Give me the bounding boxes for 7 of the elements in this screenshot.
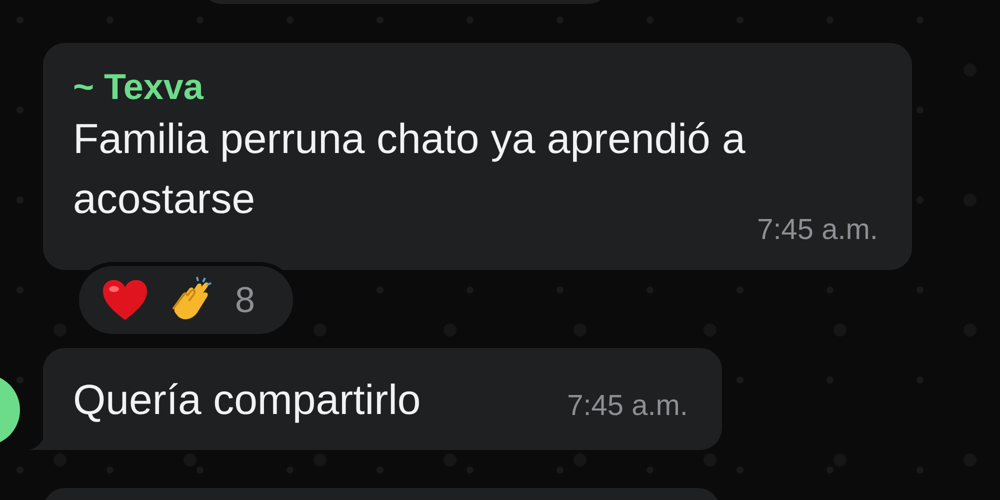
message-time: 7:45 a.m.	[567, 388, 688, 424]
heart-icon	[101, 278, 149, 322]
message-text: Familia perruna chato ya aprendió a acostarse	[73, 114, 746, 224]
sender-name: ~ Texva	[73, 65, 205, 109]
message-text: Quería compartirlo	[73, 375, 421, 425]
message-time: 7:45 a.m.	[757, 212, 878, 248]
reaction-count: 8	[235, 278, 256, 322]
